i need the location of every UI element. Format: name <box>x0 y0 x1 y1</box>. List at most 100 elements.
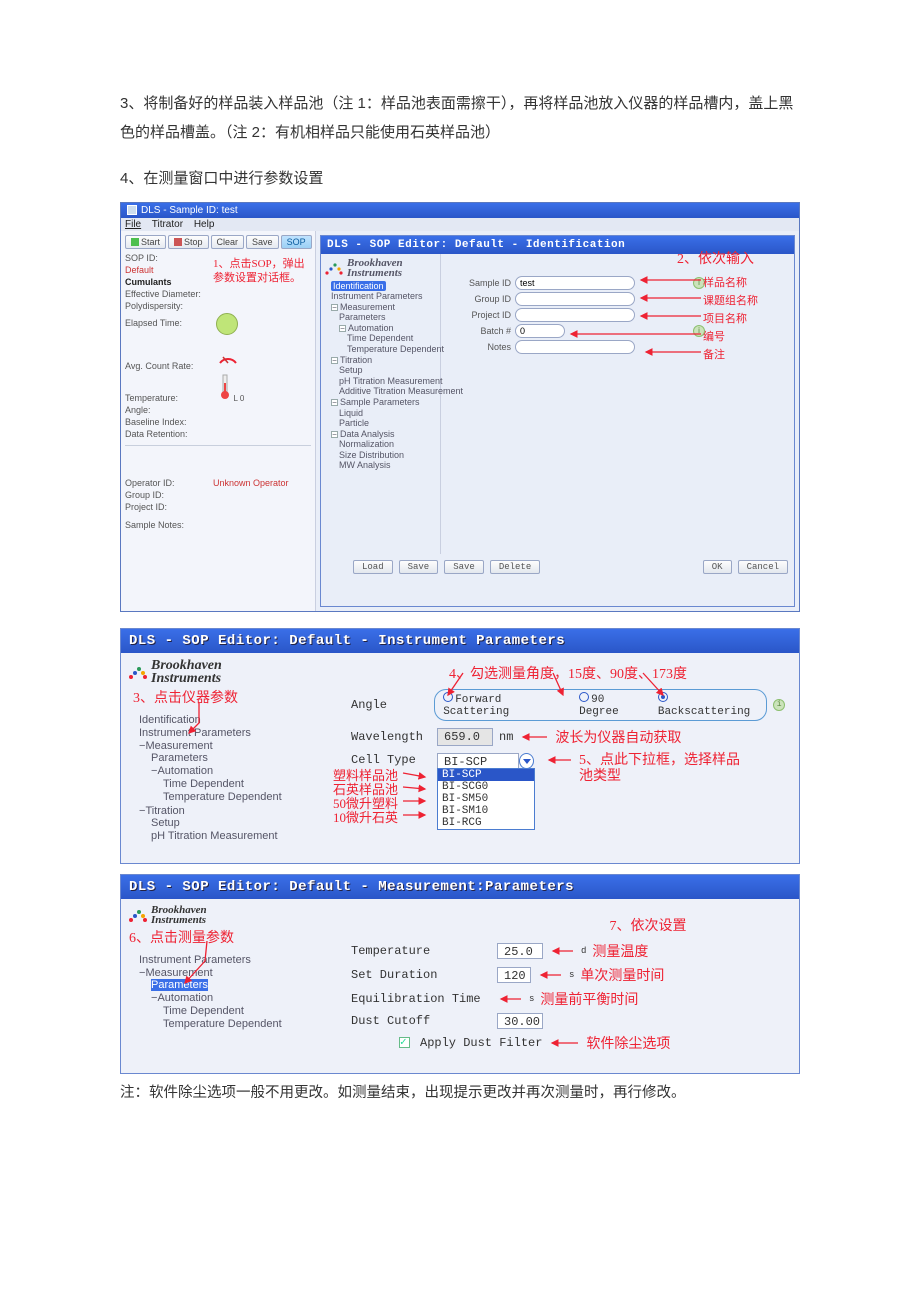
wavelength-value: 659.0 <box>437 728 493 746</box>
elapsed-label: Elapsed Time: <box>125 318 213 328</box>
tree-list[interactable]: Identification Instrument Parameters −Me… <box>323 280 438 471</box>
tree-mw-analysis[interactable]: MW Analysis <box>339 460 438 471</box>
app-icon <box>127 205 137 215</box>
tree-instrument-parameters[interactable]: Instrument Parameters <box>331 291 438 302</box>
s2-tree-ph-titration[interactable]: pH Titration Measurement <box>151 830 337 843</box>
s2-tree-measurement[interactable]: Measurement <box>145 740 212 752</box>
titlebar[interactable]: DLS - Sample ID: test <box>121 203 799 218</box>
saveas-button[interactable]: Save <box>444 560 484 574</box>
stop-icon <box>174 238 182 246</box>
annotation-group-name: 课题组名称 <box>703 292 758 308</box>
tree-ph-titration[interactable]: pH Titration Measurement <box>339 375 438 386</box>
info-icon-3[interactable]: i <box>773 699 785 711</box>
s2-tree-setup[interactable]: Setup <box>151 817 337 830</box>
apply-dust-filter-checkbox[interactable] <box>399 1037 410 1048</box>
s2-tree-parameters[interactable]: Parameters <box>151 752 337 765</box>
radio-backscattering[interactable] <box>658 692 668 702</box>
thermometer-icon <box>216 373 234 401</box>
s3-titlebar[interactable]: DLS - SOP Editor: Default - Measurement:… <box>121 875 799 899</box>
tree-parameters[interactable]: Parameters <box>339 312 438 323</box>
s2-tree[interactable]: Identification Instrument Parameters −Me… <box>127 713 337 843</box>
cell-opt-bi-sm50[interactable]: BI-SM50 <box>438 793 534 805</box>
annotation-temperature: 测量温度 <box>592 941 648 961</box>
temperature-input[interactable]: 25.0 <box>497 943 543 959</box>
tree-size-distribution[interactable]: Size Distribution <box>339 450 438 461</box>
tree-titration[interactable]: Titration <box>340 355 372 365</box>
sample-id-label: Sample ID <box>451 278 511 288</box>
tree-normalization[interactable]: Normalization <box>339 439 438 450</box>
annotation-cell-plastic: 塑料样品池 <box>333 769 398 783</box>
delete-button[interactable]: Delete <box>490 560 540 574</box>
cancel-button[interactable]: Cancel <box>738 560 788 574</box>
radio-90-degree[interactable] <box>579 692 589 702</box>
apply-dust-filter-label: Apply Dust Filter <box>420 1036 542 1050</box>
save-sop-button[interactable]: Save <box>399 560 439 574</box>
sample-id-input[interactable] <box>515 276 635 290</box>
duration-input[interactable]: 120 <box>497 967 531 983</box>
menu-file[interactable]: File <box>125 219 141 230</box>
tree-setup[interactable]: Setup <box>339 365 438 376</box>
tree-identification[interactable]: Identification <box>331 281 386 291</box>
stop-button[interactable]: Stop <box>168 235 209 249</box>
s2-tree-automation[interactable]: Automation <box>157 765 213 777</box>
tree-particle[interactable]: Particle <box>339 418 438 429</box>
menu-help[interactable]: Help <box>194 219 215 230</box>
s3-tree[interactable]: Instrument Parameters −Measurement Param… <box>127 953 337 1031</box>
s2-tree-time-dependent[interactable]: Time Dependent <box>163 777 337 790</box>
project-id-form-label: Project ID <box>451 310 511 320</box>
annotation-notes: 备注 <box>703 346 725 362</box>
cell-opt-bi-scp[interactable]: BI-SCP <box>438 769 534 781</box>
clear-button[interactable]: Clear <box>211 235 245 249</box>
annotation-5: 5、点此下拉框，选择样品池类型 <box>579 753 749 787</box>
cell-opt-bi-rcg[interactable]: BI-RCG <box>438 817 534 829</box>
radio-forward-scattering[interactable] <box>443 692 453 702</box>
menu-titrator[interactable]: Titrator <box>152 219 183 230</box>
s2-tree-instrument-parameters[interactable]: Instrument Parameters <box>139 727 251 739</box>
operator-id-label: Operator ID: <box>125 478 213 488</box>
cell-opt-bi-scg0[interactable]: BI-SCG0 <box>438 781 534 793</box>
tree-data-analysis[interactable]: Data Analysis <box>340 429 395 439</box>
tree-measurement[interactable]: Measurement <box>340 302 395 312</box>
start-button[interactable]: Start <box>125 235 166 249</box>
s2-logo: Brookhaven Instruments <box>127 659 337 686</box>
temperature-label: Temperature: <box>125 393 213 403</box>
cell-type-value[interactable]: BI-SCP <box>437 753 519 769</box>
project-id-input[interactable] <box>515 308 635 322</box>
s3-tree-measurement[interactable]: Measurement <box>145 967 212 979</box>
s3-tree-temp-dependent[interactable]: Temperature Dependent <box>163 1017 337 1030</box>
dust-cutoff-input[interactable]: 30.00 <box>497 1013 543 1029</box>
batch-label: Batch # <box>451 326 511 336</box>
save-button[interactable]: Save <box>246 235 279 249</box>
angle-radio-group: Forward Scattering 90 Degree Backscatter… <box>434 689 767 721</box>
s3-tree-instrument-parameters[interactable]: Instrument Parameters <box>139 953 337 966</box>
retention-label: Data Retention: <box>125 429 213 439</box>
window-title: DLS - Sample ID: test <box>141 205 238 216</box>
sop-button[interactable]: SOP <box>281 235 312 249</box>
s2-tree-identification[interactable]: Identification <box>139 713 337 726</box>
start-icon <box>131 238 139 246</box>
s3-tree-parameters[interactable]: Parameters <box>151 979 208 991</box>
s3-tree-time-dependent[interactable]: Time Dependent <box>163 1004 337 1017</box>
eq-unit: s <box>529 994 534 1004</box>
tree-time-dependent[interactable]: Time Dependent <box>347 333 438 344</box>
tree-sample-parameters[interactable]: Sample Parameters <box>340 397 420 407</box>
group-id-input[interactable] <box>515 292 635 306</box>
cell-opt-bi-sm10[interactable]: BI-SM10 <box>438 805 534 817</box>
ok-button[interactable]: OK <box>703 560 732 574</box>
load-button[interactable]: Load <box>353 560 393 574</box>
cell-type-dropdown-list[interactable]: BI-SCP BI-SCG0 BI-SM50 BI-SM10 BI-RCG <box>437 768 535 830</box>
notes-input[interactable] <box>515 340 635 354</box>
s2-tree-titration[interactable]: Titration <box>145 805 184 817</box>
tree-additive-titration[interactable]: Additive Titration Measurement <box>339 386 438 397</box>
tree-liquid[interactable]: Liquid <box>339 407 438 418</box>
tree-automation[interactable]: Automation <box>348 323 394 333</box>
s3-tree-automation[interactable]: Automation <box>157 992 213 1004</box>
sop-default: Default <box>125 265 154 275</box>
s2-titlebar[interactable]: DLS - SOP Editor: Default - Instrument P… <box>121 629 799 653</box>
dropdown-arrow-icon[interactable] <box>519 753 534 769</box>
batch-input[interactable] <box>515 324 565 338</box>
dls-main-window: DLS - Sample ID: test File Titrator Help… <box>120 202 800 612</box>
s3-title: DLS - SOP Editor: Default - Measurement:… <box>129 879 574 895</box>
s2-tree-temp-dependent[interactable]: Temperature Dependent <box>163 790 337 803</box>
tree-temp-dependent[interactable]: Temperature Dependent <box>347 343 438 354</box>
